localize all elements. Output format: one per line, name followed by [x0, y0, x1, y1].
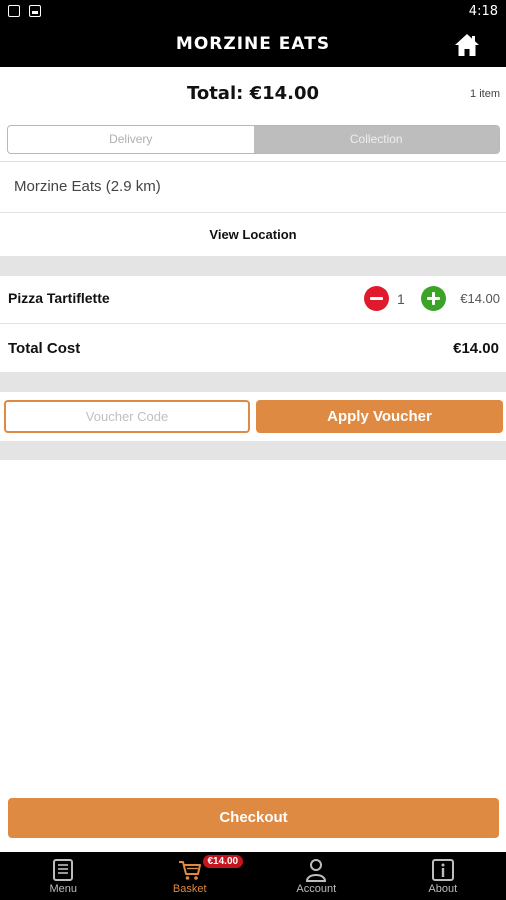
- order-total: Total: €14.00: [186, 83, 320, 104]
- section-separator: [0, 256, 506, 276]
- location-row: Morzine Eats (2.9 km): [0, 162, 506, 212]
- item-price: €14.00: [460, 291, 500, 306]
- order-summary: Total: €14.00 1 item: [0, 67, 506, 121]
- account-icon: [306, 859, 327, 882]
- tab-label-menu: Menu: [49, 883, 78, 895]
- menu-book-icon: [53, 859, 74, 881]
- tab-basket[interactable]: €14.00 Basket: [127, 852, 254, 900]
- home-icon[interactable]: [454, 33, 480, 57]
- tab-collection[interactable]: Collection: [253, 126, 499, 153]
- bottom-tab-bar: Menu €14.00 Basket Account About: [0, 852, 506, 900]
- voucher-code-input[interactable]: [4, 400, 250, 433]
- cart-icon: [178, 861, 201, 880]
- divider: [0, 323, 506, 324]
- view-location-button[interactable]: View Location: [0, 213, 506, 256]
- tab-account[interactable]: Account: [253, 852, 380, 900]
- total-cost-label: Total Cost: [8, 340, 81, 357]
- total-cost-value: €14.00: [453, 340, 499, 357]
- basket-item: Pizza Tartiflette 1 €14.00: [0, 276, 506, 322]
- increase-quantity-button[interactable]: [421, 286, 446, 311]
- order-type-toggle: Delivery Collection: [7, 125, 500, 154]
- image-notification-icon: [29, 5, 41, 17]
- item-quantity: 1: [397, 291, 405, 307]
- tab-label-about: About: [428, 883, 458, 895]
- item-count: 1 item: [470, 88, 500, 100]
- item-name: Pizza Tartiflette: [8, 290, 110, 306]
- tab-menu[interactable]: Menu: [0, 852, 127, 900]
- status-time: 4:18: [468, 4, 498, 19]
- tab-label-account: Account: [296, 883, 337, 895]
- decrease-quantity-button[interactable]: [364, 286, 389, 311]
- checkout-button[interactable]: Checkout: [8, 798, 499, 838]
- status-icons: [8, 5, 41, 17]
- app-title: MORZINE EATS: [175, 34, 331, 54]
- tab-label-basket: Basket: [172, 883, 207, 895]
- section-separator: [0, 441, 506, 460]
- location-name: Morzine Eats (2.9 km): [14, 178, 161, 195]
- app-bar: MORZINE EATS: [0, 24, 506, 67]
- basket-total-badge: €14.00: [202, 855, 244, 868]
- tab-about[interactable]: About: [380, 852, 506, 900]
- section-separator: [0, 372, 506, 392]
- info-icon: [431, 859, 454, 881]
- total-cost-row: Total Cost €14.00: [0, 326, 506, 372]
- tab-delivery[interactable]: Delivery: [8, 126, 254, 153]
- apply-voucher-button[interactable]: Apply Voucher: [256, 400, 503, 433]
- notification-square-icon: [8, 5, 20, 17]
- status-bar: 4:18: [0, 0, 506, 24]
